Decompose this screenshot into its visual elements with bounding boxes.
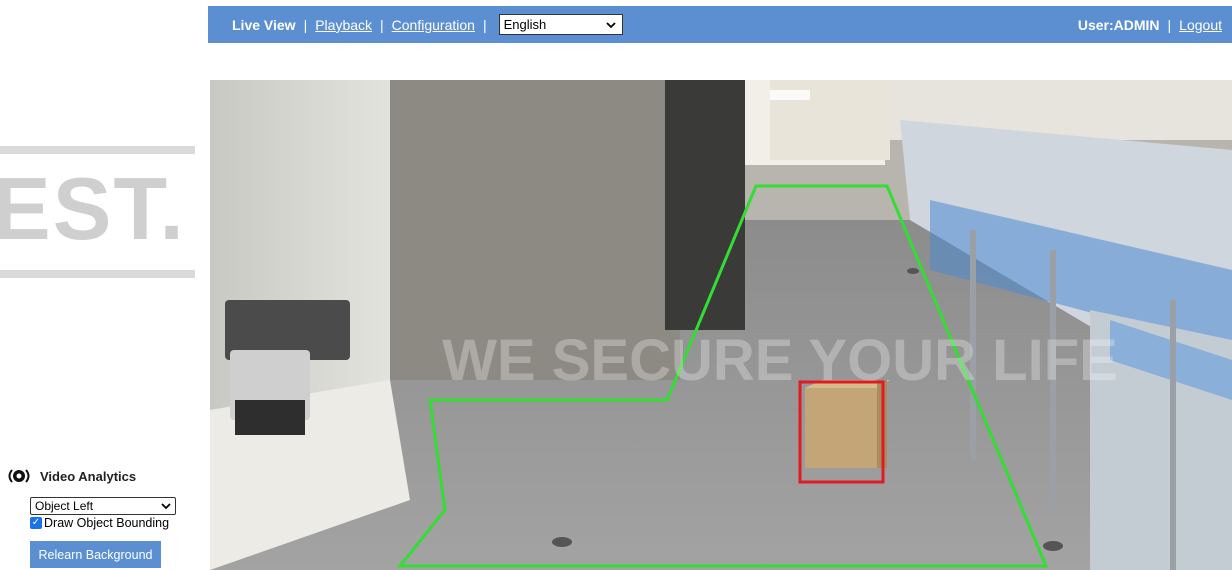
relearn-background-button[interactable]: Relearn Background <box>30 541 161 568</box>
nav-separator: | <box>380 16 384 33</box>
main-nav: Live View | Playback | Configuration | E… <box>208 14 623 35</box>
user-label: User:ADMIN <box>1077 16 1160 33</box>
video-watermark-text: WE SECURE YOUR LIFE <box>442 328 1118 393</box>
analytics-mode-select[interactable]: Object Left <box>30 497 176 515</box>
chevron-down-icon <box>161 499 171 513</box>
watermark-text: EST. <box>0 159 186 258</box>
nav-playback[interactable]: Playback <box>315 17 372 33</box>
draw-bounding-label: Draw Object Bounding <box>44 516 170 530</box>
nav-separator: | <box>482 16 487 33</box>
video-analytics-title: Video Analytics <box>40 468 137 484</box>
nav-live-view[interactable]: Live View <box>232 17 296 33</box>
user-area: User:ADMIN | Logout <box>1078 6 1222 43</box>
nav-separator: | <box>1167 16 1172 33</box>
draw-bounding-checkbox[interactable]: ✓ <box>30 517 42 529</box>
watermark-bar-top <box>0 146 195 154</box>
logout-link[interactable]: Logout <box>1179 17 1222 33</box>
camera-live-view[interactable]: WE SECURE YOUR LIFE <box>210 80 1232 570</box>
watermark-logo: EST. <box>0 140 200 290</box>
analytics-mode-value: Object Left <box>35 499 94 513</box>
language-select-value: English <box>503 17 547 32</box>
watermark-bar-bottom <box>0 270 195 278</box>
draw-bounding-option[interactable]: ✓ Draw Object Bounding <box>30 516 169 530</box>
eye-icon <box>6 466 32 486</box>
camera-scene: WE SECURE YOUR LIFE <box>210 80 1232 570</box>
top-nav-bar: Live View | Playback | Configuration | E… <box>208 6 1232 43</box>
nav-configuration[interactable]: Configuration <box>392 17 475 33</box>
language-select[interactable]: English <box>498 14 623 35</box>
chevron-down-icon <box>605 17 616 32</box>
nav-separator: | <box>303 16 308 33</box>
video-analytics-header: Video Analytics <box>6 466 136 486</box>
